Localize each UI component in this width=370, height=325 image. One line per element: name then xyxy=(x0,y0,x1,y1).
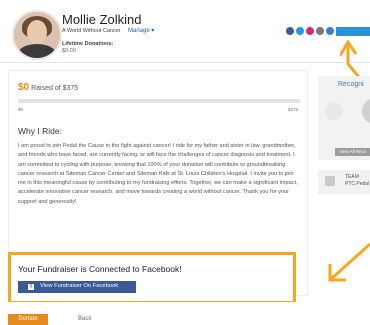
instagram-icon[interactable] xyxy=(306,27,314,35)
raised-label: Raised of $375 xyxy=(31,85,79,92)
manage-dropdown[interactable]: Manage ▾ xyxy=(128,27,154,34)
raised-amount: $0 xyxy=(18,82,30,93)
facebook-connected-title: Your Fundraiser is Connected to Facebook… xyxy=(18,264,182,274)
twitter-icon[interactable] xyxy=(296,27,304,35)
share-button[interactable] xyxy=(336,27,370,36)
back-button[interactable]: Back xyxy=(78,316,91,322)
link-icon[interactable] xyxy=(316,27,324,35)
why-i-ride-title: Why I Ride: xyxy=(18,126,62,136)
badge-icon xyxy=(325,102,343,120)
participant-name: Mollie Zolkind xyxy=(62,12,142,27)
facebook-icon[interactable] xyxy=(286,27,294,35)
facebook-icon: f xyxy=(28,284,34,290)
progress-max-label: $375 xyxy=(288,107,299,112)
footer-bar xyxy=(0,302,370,324)
team-name[interactable]: PTC Pedal xyxy=(345,181,369,187)
facebook-connected-box xyxy=(8,252,296,304)
email-icon[interactable] xyxy=(326,27,334,35)
view-all-recognition-button[interactable]: View All Reco xyxy=(335,148,370,156)
progress-min-label: $0 xyxy=(18,107,24,112)
raised-summary: $0 Raised of $375 xyxy=(18,82,78,93)
progress-bar xyxy=(18,99,300,103)
team-icon xyxy=(325,176,335,186)
why-i-ride-story: I am proud to join Pedal the Cause in th… xyxy=(18,143,298,205)
avatar xyxy=(12,10,62,60)
annotation-arrow-bottom xyxy=(328,242,370,282)
view-fundraiser-facebook-label: View Fundraiser On Facebook xyxy=(40,283,119,289)
recognition-title: Recogni xyxy=(338,81,364,88)
donate-button[interactable]: Donate xyxy=(8,314,48,325)
lifetime-donations-label: Lifetime Donations: xyxy=(62,41,114,47)
organization-name: A World Without Cancer xyxy=(62,28,121,34)
team-label: TEAM xyxy=(345,174,359,180)
lifetime-donations-value: $0.00 xyxy=(62,48,76,54)
